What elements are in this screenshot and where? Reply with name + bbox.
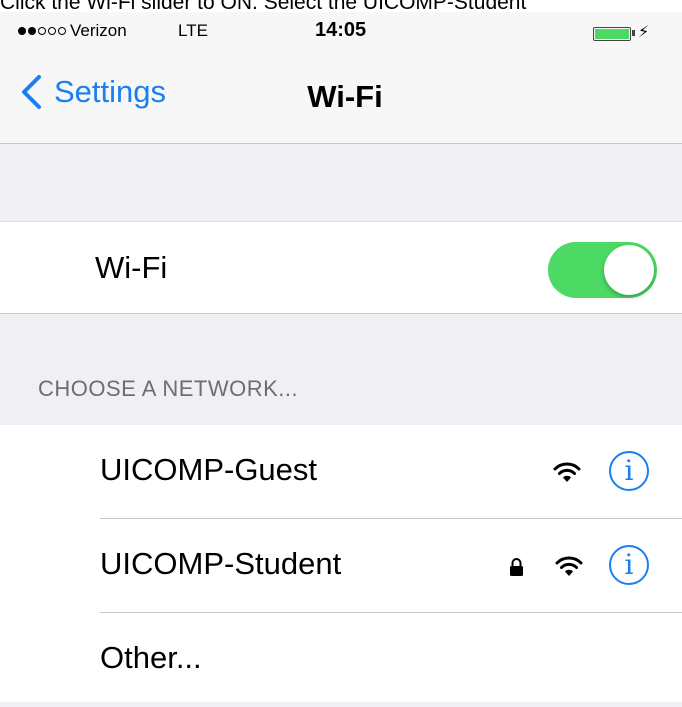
carrier-name: Verizon — [70, 21, 127, 40]
signal-strength-dots — [18, 27, 66, 35]
status-time: 14:05 — [315, 19, 367, 41]
network-type: LTE — [178, 21, 208, 40]
network-row-uicomp-student[interactable]: UICOMP-Student i — [0, 519, 682, 613]
navigation-bar: Settings Wi-Fi — [0, 50, 682, 144]
page-title: Wi-Fi — [307, 79, 383, 114]
signal-dot — [28, 27, 36, 35]
lock-icon — [510, 558, 523, 576]
wifi-toggle-switch[interactable] — [548, 242, 657, 298]
status-bar: Verizon LTE 14:05 ⚡ — [0, 12, 682, 50]
wifi-signal-icon — [555, 556, 583, 576]
wifi-toggle-row: Wi-Fi — [0, 221, 682, 314]
signal-dot — [38, 27, 46, 35]
wifi-toggle-label: Wi-Fi — [95, 250, 168, 285]
signal-dot — [48, 27, 56, 35]
network-row-uicomp-guest[interactable]: UICOMP-Guest i — [0, 425, 682, 519]
battery-icon — [593, 27, 631, 41]
wifi-signal-icon — [553, 462, 581, 482]
toggle-knob — [604, 245, 654, 295]
other-network-label: Other... — [100, 640, 202, 675]
network-list: UICOMP-Guest i UICOMP-Student i Other... — [0, 425, 682, 702]
section-header: CHOOSE A NETWORK... — [38, 376, 299, 401]
signal-dot — [18, 27, 26, 35]
info-icon[interactable]: i — [609, 545, 649, 585]
network-name: UICOMP-Student — [100, 546, 342, 581]
signal-dot — [58, 27, 66, 35]
network-name: UICOMP-Guest — [100, 452, 318, 487]
info-icon[interactable]: i — [609, 451, 649, 491]
charging-icon: ⚡ — [638, 24, 650, 41]
network-row-other[interactable]: Other... — [0, 613, 682, 707]
battery-tip — [632, 30, 635, 36]
